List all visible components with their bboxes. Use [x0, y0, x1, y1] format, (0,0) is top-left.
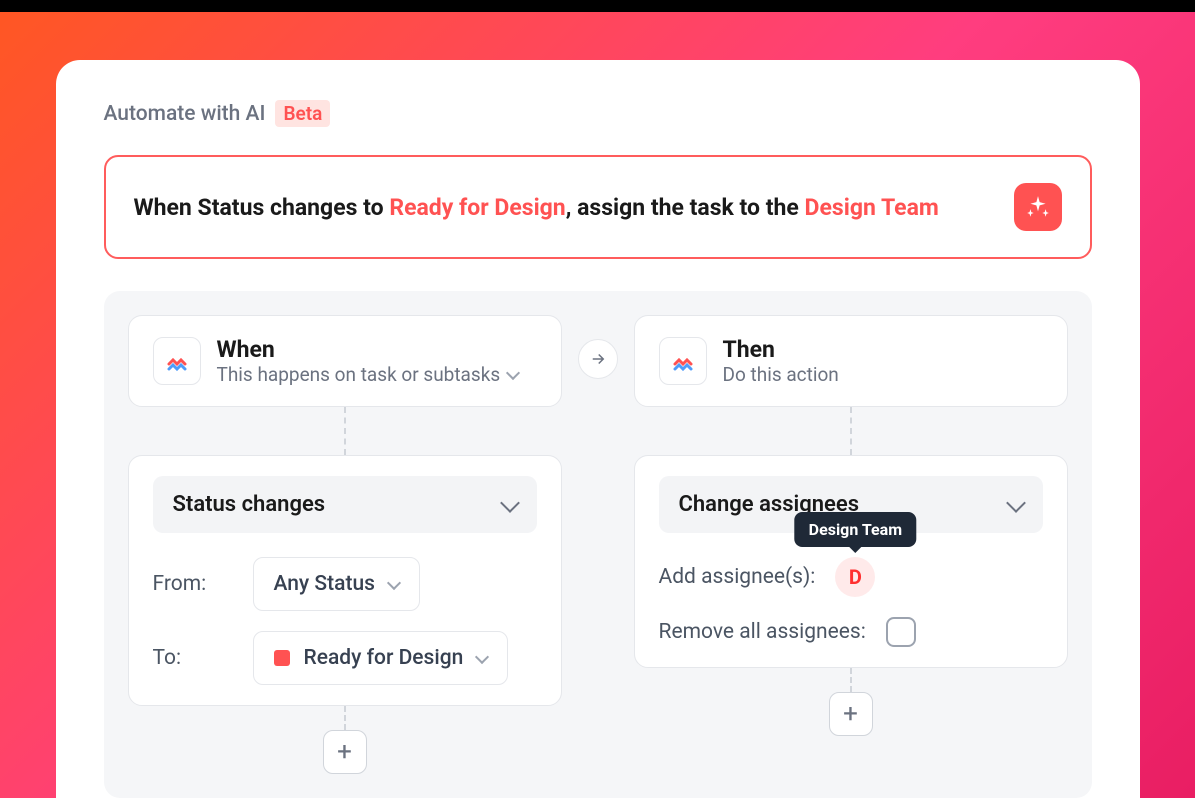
chevron-down-icon [1006, 493, 1026, 513]
assignee-tooltip: Design Team [795, 512, 916, 547]
clickup-logo-icon [153, 337, 201, 385]
flow-arrow [578, 339, 618, 379]
from-status-dropdown[interactable]: Any Status [253, 557, 420, 611]
when-subtitle-dropdown[interactable]: This happens on task or subtasks [217, 363, 519, 386]
chevron-down-icon [387, 575, 401, 589]
ai-prompt-input[interactable]: When Status changes to Ready for Design,… [104, 155, 1092, 259]
to-status-dropdown[interactable]: Ready for Design [253, 631, 509, 685]
assignee-avatar[interactable]: Design Team D [835, 557, 875, 597]
trigger-dropdown[interactable]: Status changes [153, 476, 537, 533]
remove-assignees-checkbox[interactable] [886, 617, 916, 647]
connector-line [850, 668, 852, 692]
when-config-card: Status changes From: Any Status To: Read… [128, 455, 562, 706]
page-title: Automate with AI [104, 102, 266, 126]
clickup-logo-icon [659, 337, 707, 385]
automation-panel: Automate with AI Beta When Status change… [56, 60, 1140, 798]
when-title: When [217, 336, 519, 363]
add-action-button[interactable]: + [829, 692, 873, 736]
chevron-down-icon [500, 493, 520, 513]
connector-line [344, 706, 346, 730]
sparkle-icon [1025, 194, 1051, 220]
chevron-down-icon [475, 649, 489, 663]
prompt-text: When Status changes to Ready for Design,… [134, 194, 939, 221]
chevron-down-icon [506, 366, 520, 380]
arrow-right-icon [589, 350, 607, 368]
generate-button[interactable] [1014, 183, 1062, 231]
beta-badge: Beta [275, 100, 330, 127]
to-label: To: [153, 646, 233, 670]
then-column: Then Do this action Change assignees Add… [634, 315, 1068, 736]
header: Automate with AI Beta [104, 100, 1092, 127]
from-label: From: [153, 572, 233, 596]
when-header-card: When This happens on task or subtasks [128, 315, 562, 407]
automation-workspace: When This happens on task or subtasks St… [104, 291, 1092, 798]
then-subtitle: Do this action [723, 363, 839, 386]
connector-line [344, 407, 346, 455]
when-column: When This happens on task or subtasks St… [128, 315, 562, 774]
add-assignee-label: Add assignee(s): [659, 565, 816, 589]
then-header-card: Then Do this action [634, 315, 1068, 407]
remove-assignees-label: Remove all assignees: [659, 620, 866, 644]
then-config-card: Change assignees Add assignee(s): Design… [634, 455, 1068, 668]
connector-line [850, 407, 852, 455]
status-color-icon [274, 650, 290, 666]
add-trigger-button[interactable]: + [323, 730, 367, 774]
then-title: Then [723, 336, 839, 363]
